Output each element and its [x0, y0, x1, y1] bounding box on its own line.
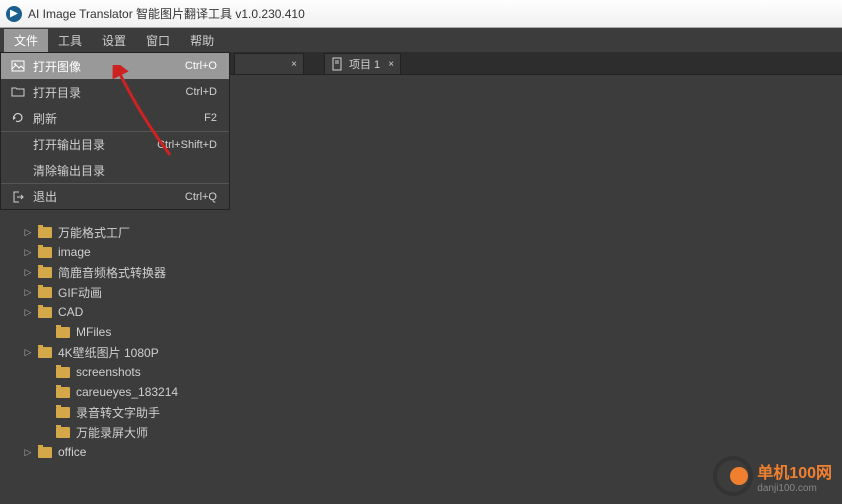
menu-help[interactable]: 帮助: [180, 29, 224, 52]
tree-item[interactable]: careueyes_183214: [4, 382, 320, 402]
menu-item-0[interactable]: 打开图像Ctrl+O: [1, 53, 229, 79]
menu-file[interactable]: 文件: [4, 29, 48, 52]
menu-item-label: 清除输出目录: [27, 162, 217, 179]
menu-item-4[interactable]: 清除输出目录: [1, 157, 229, 183]
watermark-url: danji100.com: [757, 483, 832, 494]
right-panel: 项目 1 ×: [320, 52, 842, 504]
tree-item[interactable]: ▷ CAD: [4, 302, 320, 322]
expand-arrow-icon[interactable]: ▷: [22, 287, 34, 298]
expand-arrow-icon[interactable]: ▷: [22, 307, 34, 318]
folder-icon: [38, 247, 52, 258]
tree-item[interactable]: ▷ image: [4, 242, 320, 262]
menu-item-shortcut: Ctrl+Q: [185, 191, 229, 203]
expand-arrow-icon[interactable]: ▷: [22, 247, 34, 258]
folder-icon: [38, 347, 52, 358]
left-panel: × 打开图像Ctrl+O打开目录Ctrl+D刷新F2打开输出目录Ctrl+Shi…: [0, 52, 320, 504]
expand-arrow-icon[interactable]: ▷: [22, 267, 34, 278]
folder-icon: [38, 227, 52, 238]
tree-item-label: image: [56, 245, 91, 259]
tree-item-label: office: [56, 445, 86, 459]
menu-item-shortcut: F2: [204, 112, 229, 124]
menu-item-shortcut: Ctrl+O: [185, 60, 229, 72]
tree-item-label: 录音转文字助手: [74, 404, 160, 421]
tree-item[interactable]: MFiles: [4, 322, 320, 342]
menu-item-label: 刷新: [27, 110, 204, 127]
folder-icon: [56, 367, 70, 378]
folder-icon: [9, 85, 27, 99]
menu-item-3[interactable]: 打开输出目录Ctrl+Shift+D: [1, 131, 229, 157]
menu-item-label: 打开图像: [27, 58, 185, 75]
menu-item-label: 打开目录: [27, 84, 186, 101]
menu-tools[interactable]: 工具: [48, 29, 92, 52]
right-tab-bar: 项目 1 ×: [320, 52, 842, 75]
left-tab-bar: ×: [230, 52, 320, 75]
expand-arrow-icon[interactable]: ▷: [22, 347, 34, 358]
document-icon: [331, 57, 345, 71]
app-icon: [6, 6, 22, 22]
folder-icon: [38, 447, 52, 458]
exit-icon: [9, 190, 27, 204]
menu-item-label: 退出: [27, 188, 185, 205]
file-menu-dropdown: 打开图像Ctrl+O打开目录Ctrl+D刷新F2打开输出目录Ctrl+Shift…: [0, 52, 230, 210]
tree-item[interactable]: ▷ 简鹿音频格式转换器: [4, 262, 320, 282]
project-tab[interactable]: 项目 1 ×: [324, 53, 401, 74]
tree-item[interactable]: ▷ GIF动画: [4, 282, 320, 302]
watermark-logo-icon: [713, 456, 753, 496]
menu-item-shortcut: Ctrl+Shift+D: [157, 139, 229, 151]
folder-icon: [56, 407, 70, 418]
menu-settings[interactable]: 设置: [92, 29, 136, 52]
expand-arrow-icon[interactable]: ▷: [22, 227, 34, 238]
tree-item-label: CAD: [56, 305, 83, 319]
image-icon: [9, 59, 27, 73]
menu-item-5[interactable]: 退出Ctrl+Q: [1, 183, 229, 209]
folder-icon: [56, 427, 70, 438]
tree-item[interactable]: screenshots: [4, 362, 320, 382]
tree-item-label: 简鹿音频格式转换器: [56, 264, 166, 281]
menu-item-2[interactable]: 刷新F2: [1, 105, 229, 131]
folder-icon: [56, 387, 70, 398]
refresh-icon: [9, 111, 27, 125]
titlebar: AI Image Translator 智能图片翻译工具 v1.0.230.41…: [0, 0, 842, 28]
tree-item[interactable]: ▷ 万能格式工厂: [4, 222, 320, 242]
tree-item[interactable]: 万能录屏大师: [4, 422, 320, 442]
tree-item[interactable]: ▷ 4K壁纸图片 1080P: [4, 342, 320, 362]
tree-item-label: 万能格式工厂: [56, 224, 130, 241]
tree-item[interactable]: ▷ office: [4, 442, 320, 462]
menu-item-label: 打开输出目录: [27, 136, 157, 153]
tree-item-label: GIF动画: [56, 284, 102, 301]
menu-item-1[interactable]: 打开目录Ctrl+D: [1, 79, 229, 105]
folder-icon: [38, 307, 52, 318]
tree-item-label: screenshots: [74, 365, 141, 379]
close-icon[interactable]: ×: [388, 59, 394, 70]
folder-icon: [38, 267, 52, 278]
expand-arrow-icon[interactable]: ▷: [22, 447, 34, 458]
menu-window[interactable]: 窗口: [136, 29, 180, 52]
tree-item-label: careueyes_183214: [74, 385, 178, 399]
watermark-title: 单机100网: [757, 459, 832, 483]
menubar: 文件工具设置窗口帮助: [0, 28, 842, 52]
watermark: 单机100网 danji100.com: [713, 456, 832, 496]
tree-item-label: 万能录屏大师: [74, 424, 148, 441]
tab-label: 项目 1: [349, 56, 380, 72]
left-tab[interactable]: ×: [234, 53, 304, 74]
window-title: AI Image Translator 智能图片翻译工具 v1.0.230.41…: [28, 5, 305, 22]
tree-item-label: MFiles: [74, 325, 111, 339]
folder-icon: [56, 327, 70, 338]
tree-item-label: 4K壁纸图片 1080P: [56, 344, 159, 361]
tree-item[interactable]: 录音转文字助手: [4, 402, 320, 422]
close-icon[interactable]: ×: [291, 59, 297, 70]
folder-icon: [38, 287, 52, 298]
menu-item-shortcut: Ctrl+D: [186, 86, 229, 98]
